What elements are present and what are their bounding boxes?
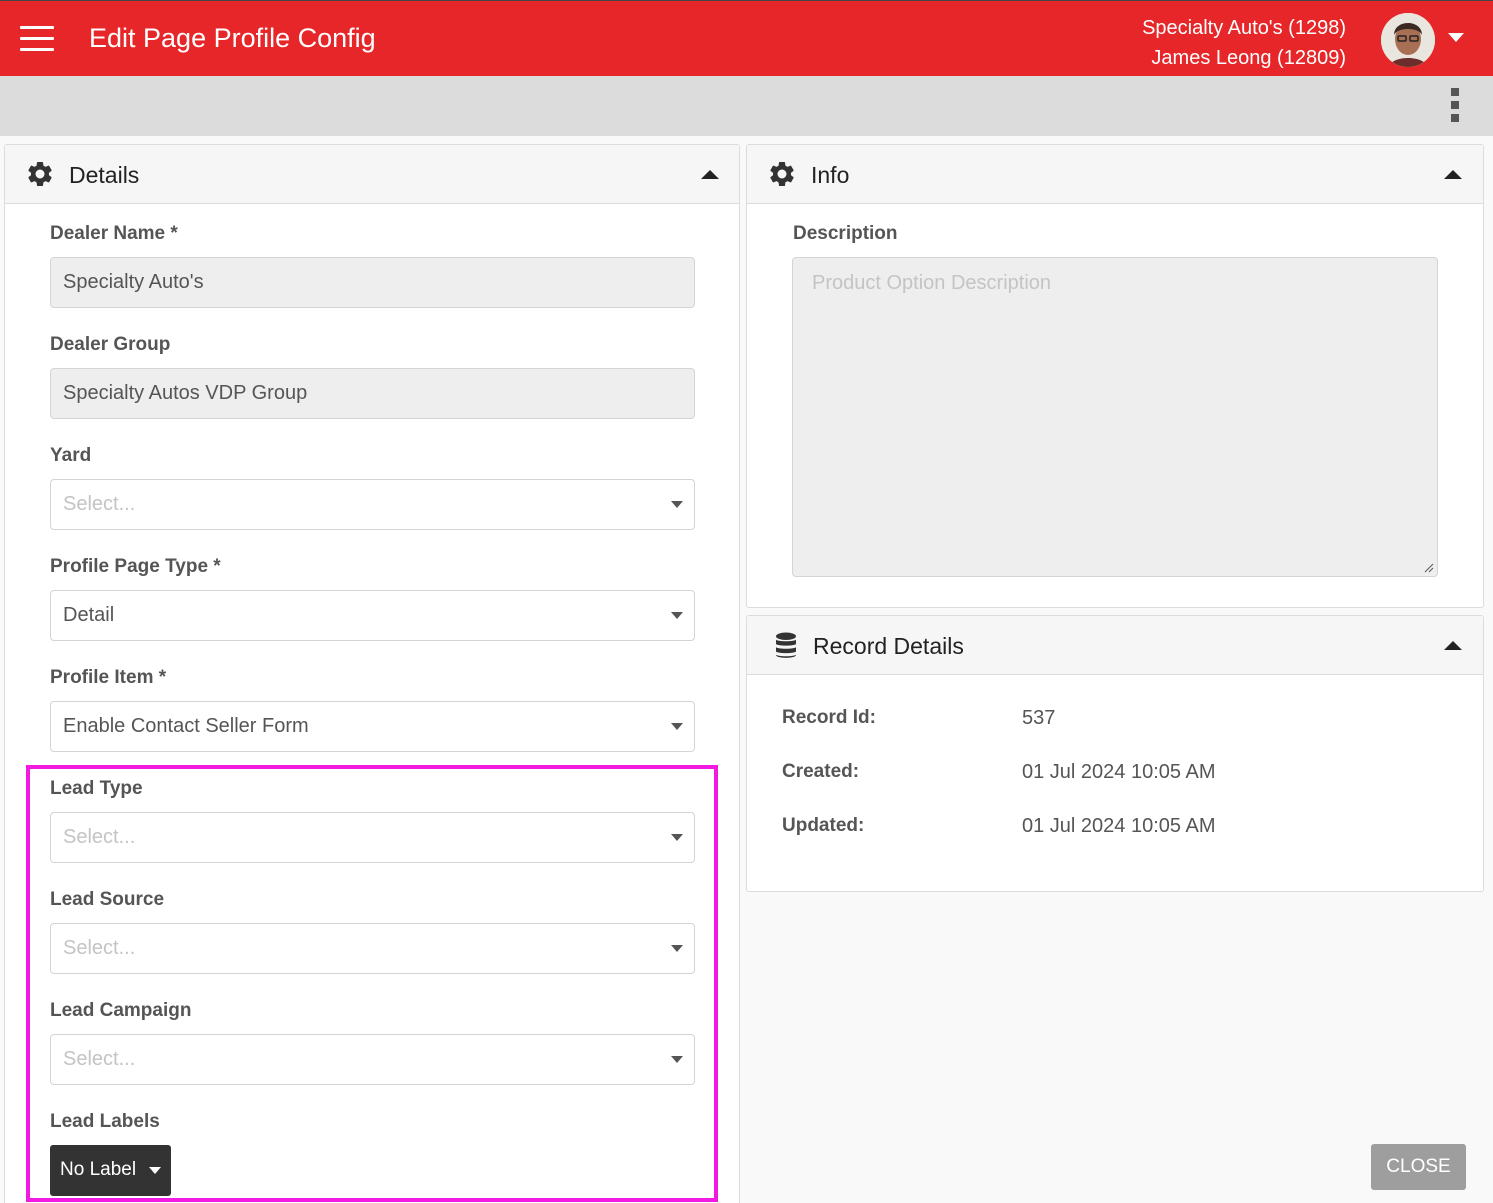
lead-source-label: Lead Source [50,889,165,910]
created-value: 01 Jul 2024 10:05 AM [1022,761,1216,783]
lead-labels-button-label: No Label [60,1159,137,1180]
description-textarea[interactable]: Product Option Description [792,257,1438,577]
dealer-group-field: Specialty Autos VDP Group [50,368,695,419]
record-details-panel-header: Record Details [747,616,1483,675]
dropdown-caret-icon [671,612,683,619]
profile-item-select[interactable]: Enable Contact Seller Form [50,701,695,752]
lead-labels-label: Lead Labels [50,1111,160,1132]
details-panel-header: Details [5,145,739,204]
chevron-down-icon[interactable] [1448,33,1464,42]
description-label: Description [793,223,898,244]
updated-label: Updated: [782,815,865,836]
avatar[interactable] [1381,13,1435,67]
profile-item-label: Profile Item * [50,667,167,688]
info-panel-header: Info [747,145,1483,204]
info-panel-title: Info [811,162,850,188]
lead-campaign-select[interactable]: Select... [50,1034,695,1085]
record-details-panel: Record Details [746,615,1484,892]
gear-icon [28,161,52,186]
dropdown-caret-icon [149,1167,161,1174]
profile-page-type-select[interactable]: Detail [50,590,695,641]
kebab-menu-icon[interactable] [1450,88,1460,124]
details-panel-title: Details [69,162,140,188]
profile-page-type-label: Profile Page Type * [50,556,221,577]
chevron-up-icon[interactable] [1444,170,1462,179]
lead-type-placeholder: Select... [63,826,136,848]
dropdown-caret-icon [671,945,683,952]
dealer-name-label: Dealer Name * [50,223,178,244]
lead-source-placeholder: Select... [63,937,136,959]
chevron-up-icon[interactable] [701,170,719,179]
lead-type-select[interactable]: Select... [50,812,695,863]
chevron-up-icon[interactable] [1444,641,1462,650]
yard-select[interactable]: Select... [50,479,695,530]
dealer-name-value: Specialty Auto's [63,271,204,293]
resize-grip-icon[interactable] [1424,563,1434,573]
menu-icon[interactable] [20,26,54,52]
user-name-label: James Leong (12809) [1151,47,1346,69]
lead-type-label: Lead Type [50,778,143,799]
lead-labels-dropdown-button[interactable]: No Label [50,1145,171,1196]
dealer-name-field: Specialty Auto's [50,257,695,308]
record-id-value: 537 [1022,707,1056,729]
dealer-group-label: Dealer Group [50,334,171,355]
dropdown-caret-icon [671,1056,683,1063]
profile-item-value: Enable Contact Seller Form [63,715,309,737]
close-button[interactable]: CLOSE [1371,1144,1466,1190]
user-info: Specialty Auto's (1298) James Leong (128… [1142,13,1346,73]
profile-page-type-value: Detail [63,604,115,626]
record-id-label: Record Id: [782,707,876,728]
updated-value: 01 Jul 2024 10:05 AM [1022,815,1216,837]
lead-campaign-placeholder: Select... [63,1048,136,1070]
created-label: Created: [782,761,860,782]
toolbar [0,76,1493,136]
app-header: Edit Page Profile Config Specialty Auto'… [0,0,1493,76]
yard-placeholder: Select... [63,493,136,515]
dropdown-caret-icon [671,501,683,508]
lead-campaign-label: Lead Campaign [50,1000,192,1021]
record-details-panel-title: Record Details [813,633,964,659]
database-icon [776,632,796,658]
description-placeholder: Product Option Description [812,272,1052,294]
dropdown-caret-icon [671,723,683,730]
dropdown-caret-icon [671,834,683,841]
yard-label: Yard [50,445,92,466]
gear-icon [770,161,794,186]
dealer-name-label: Specialty Auto's (1298) [1142,17,1346,39]
dealer-group-value: Specialty Autos VDP Group [63,382,308,404]
page-title: Edit Page Profile Config [89,23,376,53]
lead-source-select[interactable]: Select... [50,923,695,974]
